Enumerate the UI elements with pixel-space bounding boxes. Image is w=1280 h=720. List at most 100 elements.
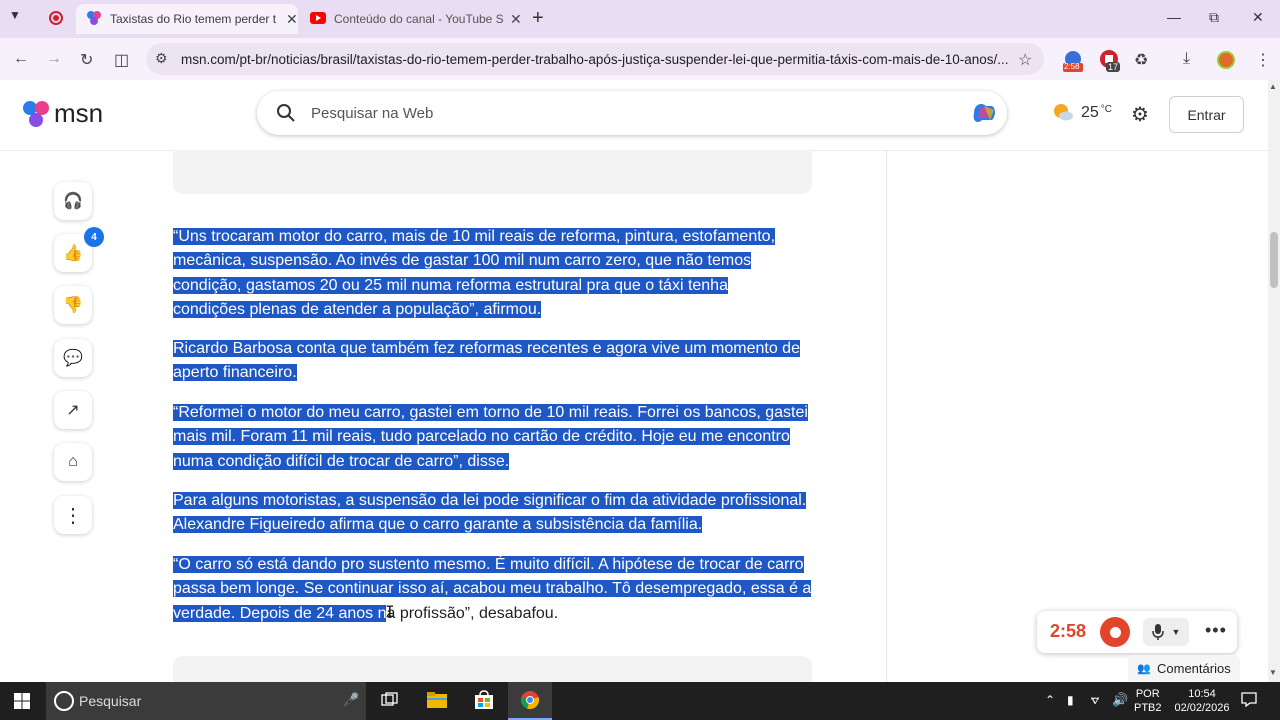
url-text[interactable]: msn.com/pt-br/noticias/brasil/taxistas-d… [181, 52, 1011, 67]
notification-center-icon[interactable] [1241, 692, 1257, 712]
close-tab-icon[interactable]: ✕ [510, 11, 522, 28]
listen-headphones-icon[interactable]: 🎧 [54, 182, 92, 220]
extension-badge: 17 [1106, 62, 1121, 72]
weather-sun-cloud-icon[interactable] [1052, 102, 1074, 127]
article-paragraph: “Reformei o motor do meu carro, gastei e… [173, 401, 818, 474]
tab-title: Conteúdo do canal - YouTube S [334, 12, 504, 26]
tray-chevron-up-icon[interactable]: ⌃ [1045, 693, 1055, 707]
reload-icon[interactable]: ↻ [80, 50, 93, 70]
msn-logo[interactable]: msn [22, 98, 103, 129]
dislike-thumbs-down-icon[interactable]: 👎 [54, 286, 92, 324]
download-icon[interactable]: ⤓ [1183, 50, 1190, 68]
weather-temperature[interactable]: 25 °C [1081, 104, 1112, 122]
close-window-icon[interactable]: ✕ [1252, 9, 1264, 26]
search-icon [276, 103, 296, 128]
extensions-puzzle-icon[interactable]: ♻ [1134, 50, 1148, 70]
language-indicator[interactable]: POR PTB2 [1134, 687, 1162, 715]
record-dot-icon [1109, 626, 1121, 638]
paragraph-line: Para alguns motoristas, a suspensão da l… [173, 492, 807, 509]
recording-timer: 2:58 [1050, 621, 1087, 641]
paragraph-line: mais mil. Foram 11 mil reais, tudo parce… [173, 428, 790, 446]
paragraph-line: passa bem longe. Se continuar isso aí, a… [173, 580, 812, 598]
search-input[interactable]: Pesquisar na Web [311, 105, 433, 122]
comment-icon[interactable]: 💬 [54, 339, 92, 377]
paragraph-line: condição, gastamos 20 ou 25 mil numa ref… [173, 276, 728, 294]
article-paragraph: “Uns trocaram motor do carro, mais de 10… [173, 225, 818, 323]
extension-badge: 2:58 [1064, 62, 1080, 71]
close-tab-icon[interactable]: ✕ [286, 11, 298, 28]
site-info-icon[interactable]: ⚙ [155, 50, 168, 67]
paragraph-line-selected: verdade. Depois de 24 anos n [173, 604, 387, 622]
split-view-icon[interactable]: ◫ [114, 50, 129, 70]
tray-volume-icon[interactable]: 🔊 [1112, 692, 1128, 708]
recording-tab-icon[interactable] [49, 11, 63, 25]
clock-date: 02/02/2026 [1174, 702, 1230, 714]
signin-button[interactable]: Entrar [1169, 96, 1244, 133]
comments-label: Comentários [1157, 660, 1231, 676]
paragraph-line: “Uns trocaram motor do carro, mais de 10… [173, 228, 776, 245]
tray-battery-icon[interactable]: ▮ [1067, 693, 1074, 707]
scroll-up-icon[interactable]: ▲ [1269, 82, 1277, 91]
column-divider [886, 150, 887, 682]
copilot-icon[interactable] [970, 100, 998, 131]
tab-list-button[interactable]: ▼ [9, 8, 29, 28]
tab-title: Taxistas do Rio temem perder t [110, 12, 277, 26]
more-options-icon[interactable]: ⋮ [54, 496, 92, 534]
restore-icon[interactable]: ⧉ [1209, 9, 1219, 26]
file-explorer-icon[interactable] [427, 691, 447, 714]
article-paragraph: “O carro só está dando pro sustento mesm… [173, 553, 818, 626]
media-placeholder [173, 150, 812, 194]
profile-avatar[interactable] [1217, 51, 1235, 69]
microphone-icon[interactable]: ▼ [1143, 618, 1189, 646]
text-cursor-icon: I [385, 602, 395, 621]
article-paragraph: Para alguns motoristas, a suspensão da l… [173, 489, 818, 538]
recorder-more-icon[interactable]: ••• [1205, 620, 1227, 641]
youtube-favicon-icon [310, 11, 326, 27]
home-icon[interactable]: ⌂ [54, 443, 92, 481]
minimize-icon[interactable]: — [1167, 9, 1181, 25]
bookmark-star-icon[interactable]: ☆ [1018, 50, 1032, 70]
temperature-unit: °C [1100, 104, 1113, 115]
tray-wifi-icon[interactable]: ⦡ [1091, 692, 1100, 708]
paragraph-line: aperto financeiro. [173, 364, 297, 382]
scrollbar-thumb[interactable] [1270, 232, 1278, 288]
forward-icon[interactable]: → [46, 50, 62, 68]
msn-butterfly-icon [23, 100, 49, 127]
paragraph-line: Alexandre Figueiredo afirma que o carro … [173, 516, 703, 534]
task-view-icon[interactable] [381, 692, 399, 713]
paragraph-line: numa condição difícil de trocar de carro… [173, 452, 510, 470]
mic-dropdown-icon[interactable]: ▼ [1172, 627, 1181, 637]
cortana-circle-icon [54, 691, 74, 711]
clock-time: 10:54 [1188, 688, 1216, 700]
extension-shield-icon[interactable]: 17 [1099, 49, 1121, 73]
new-tab-icon[interactable]: + [532, 7, 544, 30]
chrome-taskbar-button[interactable] [508, 682, 552, 720]
tab-msn-article[interactable]: Taxistas do Rio temem perder t ✕ [76, 4, 298, 34]
store-icon[interactable] [474, 690, 494, 715]
stop-record-button[interactable] [1100, 617, 1130, 647]
comments-button[interactable]: 👥 Comentários [1128, 655, 1240, 681]
paragraph-line-rest: a profissão”, desabafou. [386, 604, 559, 622]
back-icon[interactable]: ← [13, 50, 29, 68]
paragraph-line: condições plenas de atender a população”… [173, 301, 542, 319]
settings-gear-icon[interactable]: ⚙ [1131, 102, 1149, 127]
comments-people-icon: 👥 [1137, 662, 1151, 675]
article-paragraph: Ricardo Barbosa conta que também fez ref… [173, 337, 818, 386]
paragraph-line: “O carro só está dando pro sustento mesm… [173, 556, 804, 573]
temperature-value: 25 [1081, 104, 1099, 121]
scroll-down-icon[interactable]: ▼ [1269, 668, 1277, 677]
paragraph-line: Ricardo Barbosa conta que também fez ref… [173, 340, 800, 357]
page-scrollbar[interactable] [1268, 80, 1280, 682]
paragraph-line: mecânica, suspensão. Ao invés de gastar … [173, 252, 752, 270]
msn-wordmark: msn [54, 98, 104, 128]
share-icon[interactable]: ↗ [54, 391, 92, 429]
taskbar-mic-icon[interactable]: 🎤 [343, 692, 359, 708]
msn-favicon-icon [86, 10, 102, 29]
paragraph-line: “Reformei o motor do meu carro, gastei e… [173, 404, 808, 421]
taskbar-search-input[interactable]: Pesquisar [79, 693, 141, 709]
tab-youtube[interactable]: Conteúdo do canal - YouTube S ✕ [300, 4, 522, 34]
menu-kebab-icon[interactable]: ⋮ [1255, 50, 1271, 70]
extension-recorder-icon[interactable]: 2:58 [1062, 50, 1084, 72]
clock[interactable]: 10:54 02/02/2026 [1172, 687, 1232, 715]
windows-start-icon[interactable] [14, 693, 30, 714]
